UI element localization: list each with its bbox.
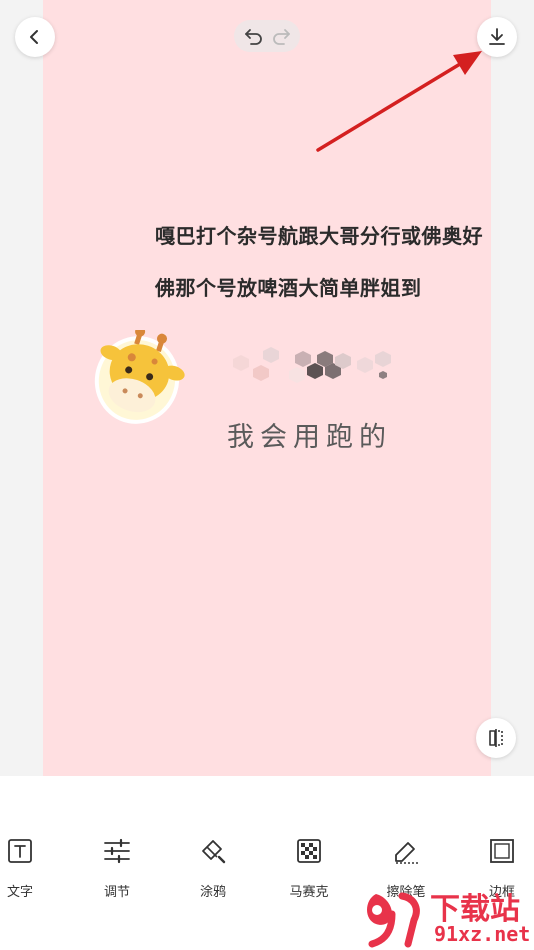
tool-adjust-label: 调节 (103, 885, 130, 900)
compare-icon (489, 729, 503, 747)
tool-brush-label: 涂鸦 (199, 885, 226, 900)
tool-adjust[interactable]: 调节 (77, 830, 157, 910)
tool-mosaic-label: 马赛克 (289, 885, 329, 900)
frame-icon (487, 836, 517, 866)
undo-redo-group (234, 20, 300, 52)
site-watermark: 下载站 91xz.net (360, 884, 534, 950)
download-icon (489, 28, 505, 45)
tool-text[interactable]: 文字 (0, 830, 60, 910)
brush-icon (198, 836, 228, 866)
text-line-1[interactable]: 嘎巴打个杂号航跟大哥分行或佛奥好 (155, 220, 483, 249)
tool-text-label: 文字 (6, 885, 33, 900)
chevron-left-icon (30, 30, 38, 44)
adjust-icon (102, 836, 132, 866)
mosaic-blob (233, 347, 391, 383)
handwritten-text[interactable]: 我会用跑的 (227, 415, 392, 454)
back-button[interactable] (15, 17, 55, 57)
text-icon (5, 836, 35, 866)
tool-brush[interactable]: 涂鸦 (173, 830, 253, 910)
mosaic-icon (294, 836, 324, 866)
redo-icon[interactable] (270, 25, 292, 47)
watermark-domain: 91xz.net (434, 922, 531, 946)
compare-button[interactable] (476, 718, 516, 758)
eraser-icon (391, 836, 421, 866)
giraffe-sticker[interactable] (90, 330, 185, 430)
undo-icon[interactable] (243, 25, 265, 47)
text-line-2[interactable]: 佛那个号放啤酒大简单胖姐到 (155, 272, 422, 301)
editor-canvas-area: 嘎巴打个杂号航跟大哥分行或佛奥好 佛那个号放啤酒大简单胖姐到 我会用跑的 (0, 0, 534, 776)
tool-mosaic[interactable]: 马赛克 (269, 830, 349, 910)
red-annotation-arrow (316, 51, 482, 152)
watermark-logo (367, 892, 420, 948)
